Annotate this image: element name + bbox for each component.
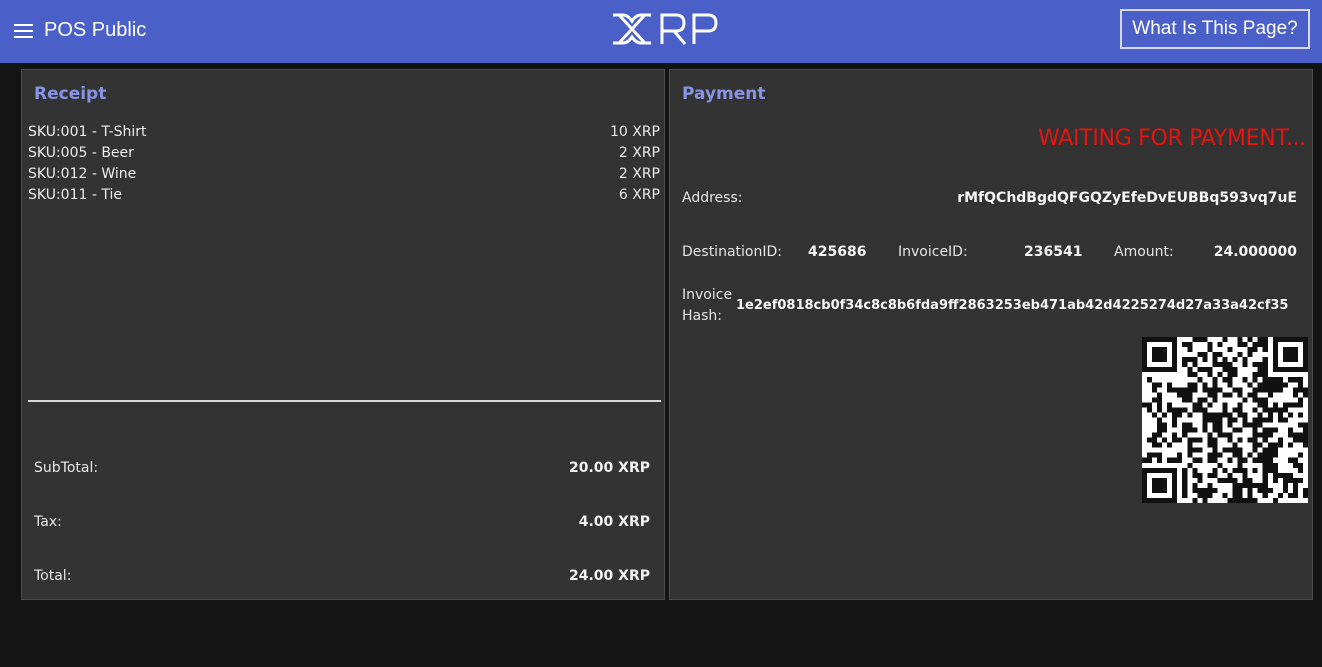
list-item: SKU:001 - T-Shirt 10 XRP xyxy=(28,124,660,145)
subtotal-value: 20.00 XRP xyxy=(569,460,650,476)
what-is-this-page-button[interactable]: What Is This Page? xyxy=(1120,9,1310,49)
qr-code xyxy=(1142,337,1308,503)
total-label: Total: xyxy=(34,568,72,584)
hamburger-menu-icon[interactable] xyxy=(14,24,34,40)
list-item: SKU:012 - Wine 2 XRP xyxy=(28,166,660,187)
invoice-id-label: InvoiceID: xyxy=(898,244,968,260)
destination-id-label: DestinationID: xyxy=(682,244,782,260)
receipt-items: SKU:001 - T-Shirt 10 XRP SKU:005 - Beer … xyxy=(28,124,660,208)
receipt-heading: Receipt xyxy=(34,84,107,104)
invoice-hash-label-line1: Invoice xyxy=(682,287,733,303)
amount-value: 24.000000 xyxy=(1213,244,1297,260)
address-value: rMfQChdBgdQFGQZyEfeDvEUBBq593vq7uE xyxy=(957,190,1297,206)
top-bar: POS Public What Is This Page? xyxy=(0,0,1322,63)
xrp-logo xyxy=(613,13,718,45)
invoice-hash-label-line2: Hash: xyxy=(682,308,722,324)
tax-row: Tax: 4.00 XRP xyxy=(34,514,650,530)
list-item: SKU:005 - Beer 2 XRP xyxy=(28,145,660,166)
total-value: 24.00 XRP xyxy=(569,568,650,584)
invoice-hash-value: 1e2ef0818cb0f34c8c8b6fda9ff2863253eb471a… xyxy=(736,298,1289,313)
item-name: SKU:001 - T-Shirt xyxy=(28,124,147,140)
total-row: Total: 24.00 XRP xyxy=(34,568,650,584)
payment-status: WAITING FOR PAYMENT... xyxy=(1038,126,1306,151)
subtotal-row: SubTotal: 20.00 XRP xyxy=(34,460,650,476)
item-price: 2 XRP xyxy=(618,166,660,182)
tax-label: Tax: xyxy=(34,514,62,530)
amount-label: Amount: xyxy=(1114,244,1174,260)
item-name: SKU:005 - Beer xyxy=(28,145,134,161)
item-price: 10 XRP xyxy=(609,124,660,140)
payment-panel: Payment WAITING FOR PAYMENT... Address: … xyxy=(669,69,1313,600)
list-item: SKU:011 - Tie 6 XRP xyxy=(28,187,660,208)
destination-id-value: 425686 xyxy=(808,244,867,260)
invoice-id-value: 236541 xyxy=(1024,244,1083,260)
item-price: 2 XRP xyxy=(618,145,660,161)
tax-value: 4.00 XRP xyxy=(578,514,650,530)
payment-heading: Payment xyxy=(682,84,766,104)
item-name: SKU:012 - Wine xyxy=(28,166,137,182)
item-price: 6 XRP xyxy=(618,187,660,203)
address-label: Address: xyxy=(682,190,743,206)
item-name: SKU:011 - Tie xyxy=(28,187,122,203)
app-title: POS Public xyxy=(44,19,147,41)
receipt-divider xyxy=(28,400,661,402)
subtotal-label: SubTotal: xyxy=(34,460,99,476)
receipt-panel: Receipt SKU:001 - T-Shirt 10 XRP SKU:005… xyxy=(21,69,665,600)
